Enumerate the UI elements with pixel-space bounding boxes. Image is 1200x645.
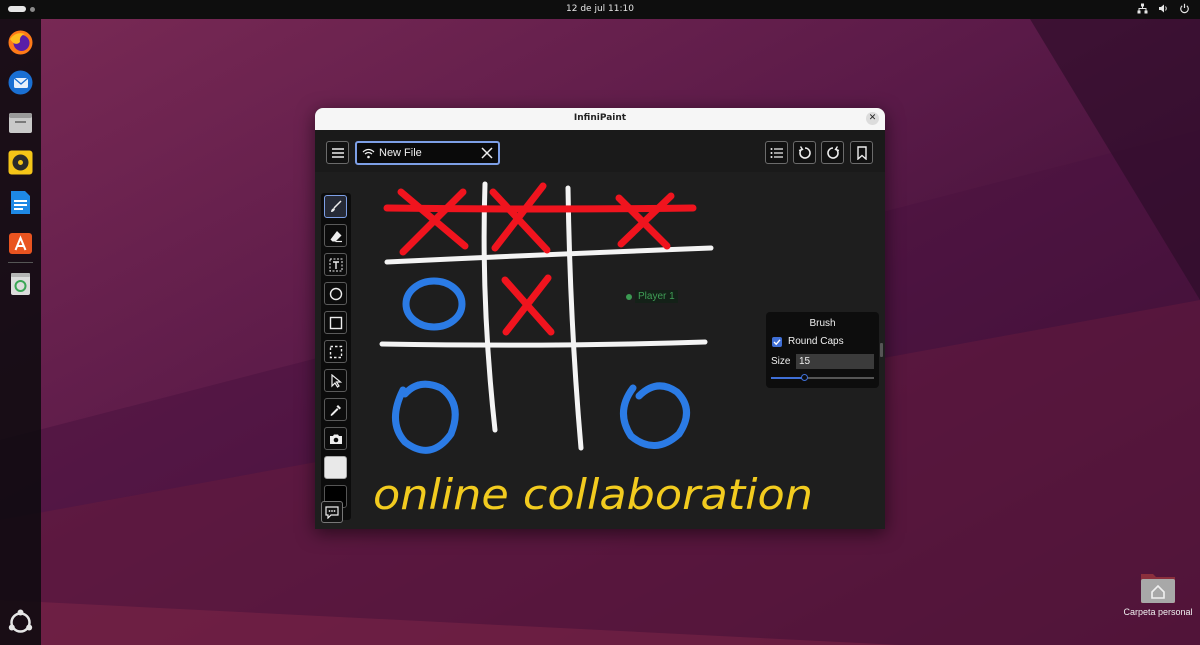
size-slider[interactable]	[771, 374, 874, 381]
size-input[interactable]: 15	[796, 354, 874, 369]
chat-button[interactable]	[321, 501, 343, 523]
redo-icon	[826, 145, 839, 159]
bookmark-icon	[856, 145, 867, 160]
firefox-icon[interactable]	[7, 29, 34, 56]
top-strike-line	[383, 204, 697, 213]
primary-color-swatch[interactable]	[324, 456, 347, 479]
trash-icon[interactable]	[7, 270, 34, 297]
rectangle-tool[interactable]	[324, 311, 347, 334]
round-caps-option[interactable]: Round Caps	[772, 336, 844, 347]
round-caps-label: Round Caps	[788, 336, 844, 347]
undo-button[interactable]	[793, 141, 816, 164]
o-mark-2	[392, 380, 459, 454]
ellipse-tool[interactable]	[324, 282, 347, 305]
eyedropper-icon	[329, 404, 341, 416]
marquee-select-icon	[329, 345, 342, 358]
text-box-icon	[329, 258, 342, 271]
undo-icon	[798, 145, 811, 159]
round-caps-checkbox[interactable]	[772, 336, 782, 347]
eraser-tool[interactable]	[324, 224, 347, 247]
thunderbird-icon[interactable]	[7, 69, 34, 96]
player-cursor-dot	[626, 293, 632, 300]
handwritten-text: online collaboration	[373, 470, 813, 519]
ubuntu-logo[interactable]	[7, 609, 34, 636]
remote-player-cursor: Player 1	[626, 290, 678, 303]
clock[interactable]: 12 de jul 11:10	[0, 4, 1200, 14]
camera-icon	[329, 434, 342, 444]
top-bar: 12 de jul 11:10	[0, 0, 1200, 19]
dock-separator	[8, 262, 33, 263]
wifi-icon	[362, 148, 375, 158]
close-file-icon[interactable]	[480, 146, 494, 160]
select-rect-tool[interactable]	[324, 340, 347, 363]
rhythmbox-icon[interactable]	[7, 149, 34, 176]
layers-list-button[interactable]	[765, 141, 788, 164]
network-icon	[1137, 3, 1148, 14]
bookmark-button[interactable]	[850, 141, 873, 164]
brush-panel-heading: Brush	[809, 318, 836, 329]
system-tray[interactable]	[1137, 3, 1190, 14]
file-name-label: New File	[379, 147, 422, 159]
o-marks	[392, 277, 690, 454]
folder-home-icon	[1141, 574, 1175, 603]
size-slider-thumb[interactable]	[800, 374, 808, 381]
tool-palette	[321, 193, 351, 520]
hamburger-icon	[331, 147, 344, 158]
home-folder-label: Carpeta personal	[1123, 607, 1193, 617]
list-icon	[770, 147, 783, 158]
checkmark-icon	[773, 338, 781, 345]
brush-tool[interactable]	[324, 195, 347, 218]
o-mark-1	[402, 277, 466, 331]
volume-icon	[1159, 4, 1167, 13]
main-menu-button[interactable]	[326, 141, 349, 164]
square-icon	[329, 316, 342, 329]
screenshot-tool[interactable]	[324, 427, 347, 450]
window-title: InfiniPaint	[573, 113, 627, 123]
window-close-button[interactable]: ✕	[866, 112, 879, 125]
pointer-tool[interactable]	[324, 369, 347, 392]
app-window: InfiniPaint ✕ New File online collaborat…	[315, 108, 885, 529]
file-tab[interactable]: New File	[355, 141, 500, 165]
files-icon[interactable]	[7, 109, 34, 136]
eyedropper-tool[interactable]	[324, 398, 347, 421]
eraser-icon	[330, 230, 342, 242]
top-toolbar: New File	[315, 130, 885, 172]
size-slider-fill	[771, 377, 804, 379]
app-center-icon[interactable]	[7, 229, 34, 256]
redo-button[interactable]	[821, 141, 844, 164]
home-folder-desktop-icon[interactable]: Carpeta personal	[1118, 570, 1198, 617]
chat-bubble-icon	[325, 505, 339, 519]
player-name-label: Player 1	[635, 290, 678, 303]
brush-settings-panel: Brush Round Caps Size 15	[766, 312, 879, 388]
cursor-arrow-icon	[330, 373, 342, 388]
o-mark-3	[620, 382, 690, 449]
circle-icon	[329, 287, 342, 300]
text-tool[interactable]	[324, 253, 347, 276]
writer-icon[interactable]	[7, 189, 34, 216]
window-titlebar[interactable]: InfiniPaint ✕	[315, 108, 885, 130]
panel-resize-handle[interactable]	[880, 343, 883, 357]
power-icon	[1180, 3, 1189, 14]
size-label: Size	[771, 356, 791, 367]
brush-icon	[330, 199, 342, 212]
dock	[0, 19, 41, 645]
